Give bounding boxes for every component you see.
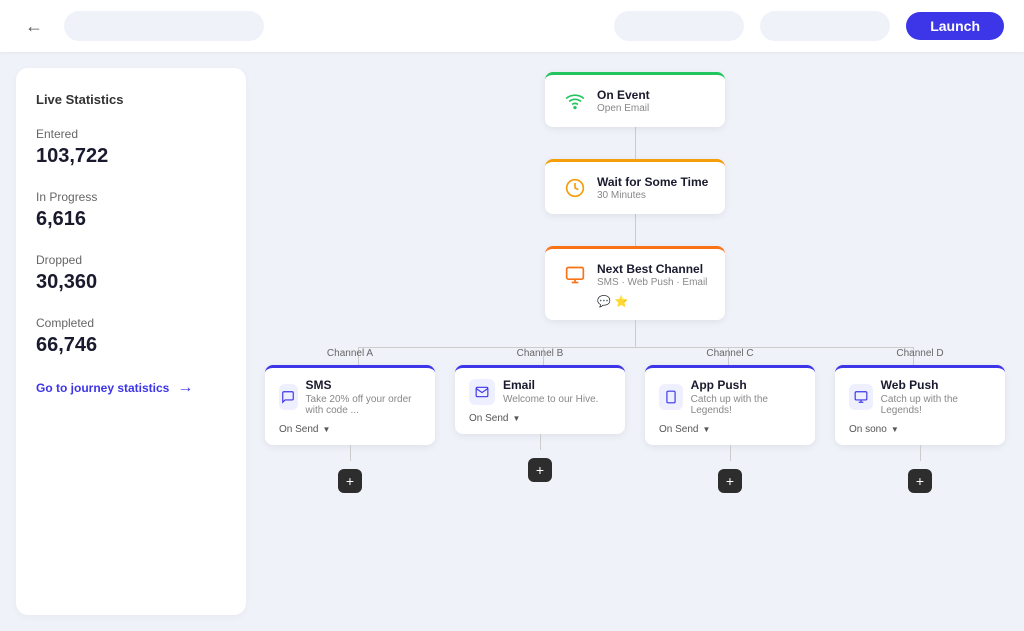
branch-d: Channel D Web Push <box>835 348 1005 493</box>
email-bottom-connector <box>540 434 541 450</box>
web-push-subtitle: Catch up with the Legends! <box>881 394 991 416</box>
stat-entered: Entered 103,722 <box>36 127 226 168</box>
app-push-title: App Push <box>691 378 801 392</box>
nbc-icon <box>561 261 589 289</box>
web-push-on-send[interactable]: On sono ▼ <box>849 424 991 435</box>
main-v-line <box>635 320 636 348</box>
app-push-on-send-label: On Send <box>659 424 698 435</box>
connector-1 <box>635 127 636 159</box>
web-push-bottom-connector <box>920 445 921 461</box>
sms-title: SMS <box>306 378 421 392</box>
stat-inprogress-label: In Progress <box>36 190 226 204</box>
branch-node-email[interactable]: Email Welcome to our Hive. On Send ▼ <box>455 365 625 434</box>
branch-b-label: Channel B <box>517 348 564 359</box>
nbc-title: Next Best Channel <box>597 262 707 276</box>
app-push-on-send[interactable]: On Send ▼ <box>659 424 801 435</box>
app-push-icon <box>659 384 683 410</box>
node-on-event[interactable]: On Event Open Email <box>545 72 725 127</box>
sidebar: Live Statistics Entered 103,722 In Progr… <box>16 68 246 615</box>
stat-inprogress-value: 6,616 <box>36 208 226 231</box>
app-push-plus-button[interactable]: + <box>718 469 742 493</box>
stat-dropped-label: Dropped <box>36 253 226 267</box>
branch-a-label: Channel A <box>327 348 373 359</box>
web-push-icon <box>849 384 873 410</box>
stat-entered-label: Entered <box>36 127 226 141</box>
main-layout: Live Statistics Entered 103,722 In Progr… <box>0 52 1024 631</box>
flow-container: On Event Open Email Wait for <box>266 72 1004 493</box>
breadcrumb-pill <box>64 11 264 41</box>
sms-on-send-label: On Send <box>279 424 318 435</box>
back-button[interactable]: ← <box>20 12 48 40</box>
sms-chevron-icon: ▼ <box>322 425 330 434</box>
goto-arrow-icon: → <box>177 379 193 397</box>
branches-row: Channel A SMS Take 20% off your order wi… <box>265 348 1005 493</box>
web-push-title: Web Push <box>881 378 991 392</box>
app-push-bottom-connector <box>730 445 731 461</box>
email-subtitle: Welcome to our Hive. <box>503 394 598 405</box>
app-push-subtitle: Catch up with the Legends! <box>691 394 801 416</box>
sms-icon <box>279 384 298 410</box>
wait-subtitle: 30 Minutes <box>597 190 708 201</box>
branch-c: Channel C App Push Catch up <box>645 348 815 493</box>
nbc-icons-row: 💬 ⭐ <box>597 295 709 308</box>
stat-dropped: Dropped 30,360 <box>36 253 226 294</box>
goto-label: Go to journey statistics <box>36 381 169 395</box>
on-event-title: On Event <box>597 88 650 102</box>
stat-completed: Completed 66,746 <box>36 316 226 357</box>
email-chevron-icon: ▼ <box>512 414 520 423</box>
stat-completed-label: Completed <box>36 316 226 330</box>
nbc-icon-sms: 💬 <box>597 295 611 308</box>
branch-node-sms[interactable]: SMS Take 20% off your order with code ..… <box>265 365 435 445</box>
branch-connector-area <box>265 320 1005 348</box>
sms-subtitle: Take 20% off your order with code ... <box>306 394 421 416</box>
nav-pill-1 <box>614 11 744 41</box>
stat-entered-value: 103,722 <box>36 145 226 168</box>
branch-b: Channel B Email Welcome to <box>455 348 625 482</box>
wait-icon <box>561 174 589 202</box>
web-push-on-send-label: On sono <box>849 424 887 435</box>
on-event-icon <box>561 87 589 115</box>
branch-node-app-push[interactable]: App Push Catch up with the Legends! On S… <box>645 365 815 445</box>
web-push-plus-button[interactable]: + <box>908 469 932 493</box>
email-plus-button[interactable]: + <box>528 458 552 482</box>
web-push-chevron-icon: ▼ <box>891 425 899 434</box>
email-on-send-label: On Send <box>469 413 508 424</box>
email-title: Email <box>503 378 598 392</box>
stat-in-progress: In Progress 6,616 <box>36 190 226 231</box>
email-on-send[interactable]: On Send ▼ <box>469 413 611 424</box>
node-wait[interactable]: Wait for Some Time 30 Minutes <box>545 159 725 214</box>
nav-pill-2 <box>760 11 890 41</box>
on-event-subtitle: Open Email <box>597 103 650 114</box>
goto-journey-stats[interactable]: Go to journey statistics → <box>36 379 226 397</box>
branch-a: Channel A SMS Take 20% off your order wi… <box>265 348 435 493</box>
stat-completed-value: 66,746 <box>36 334 226 357</box>
sms-bottom-connector <box>350 445 351 461</box>
nbc-icon-star: ⭐ <box>615 295 629 308</box>
wait-title: Wait for Some Time <box>597 175 708 189</box>
stat-dropped-value: 30,360 <box>36 271 226 294</box>
branch-node-web-push[interactable]: Web Push Catch up with the Legends! On s… <box>835 365 1005 445</box>
launch-button[interactable]: Launch <box>906 12 1004 40</box>
canvas: On Event Open Email Wait for <box>246 52 1024 631</box>
app-push-chevron-icon: ▼ <box>702 425 710 434</box>
sms-on-send[interactable]: On Send ▼ <box>279 424 421 435</box>
sidebar-title: Live Statistics <box>36 92 226 107</box>
sms-plus-button[interactable]: + <box>338 469 362 493</box>
branch-c-label: Channel C <box>706 348 753 359</box>
connector-2 <box>635 214 636 246</box>
top-nav: ← Launch <box>0 0 1024 52</box>
node-nbc[interactable]: Next Best Channel SMS · Web Push · Email… <box>545 246 725 320</box>
branch-d-label: Channel D <box>896 348 943 359</box>
email-icon <box>469 379 495 405</box>
nbc-subtitle: SMS · Web Push · Email <box>597 277 707 288</box>
